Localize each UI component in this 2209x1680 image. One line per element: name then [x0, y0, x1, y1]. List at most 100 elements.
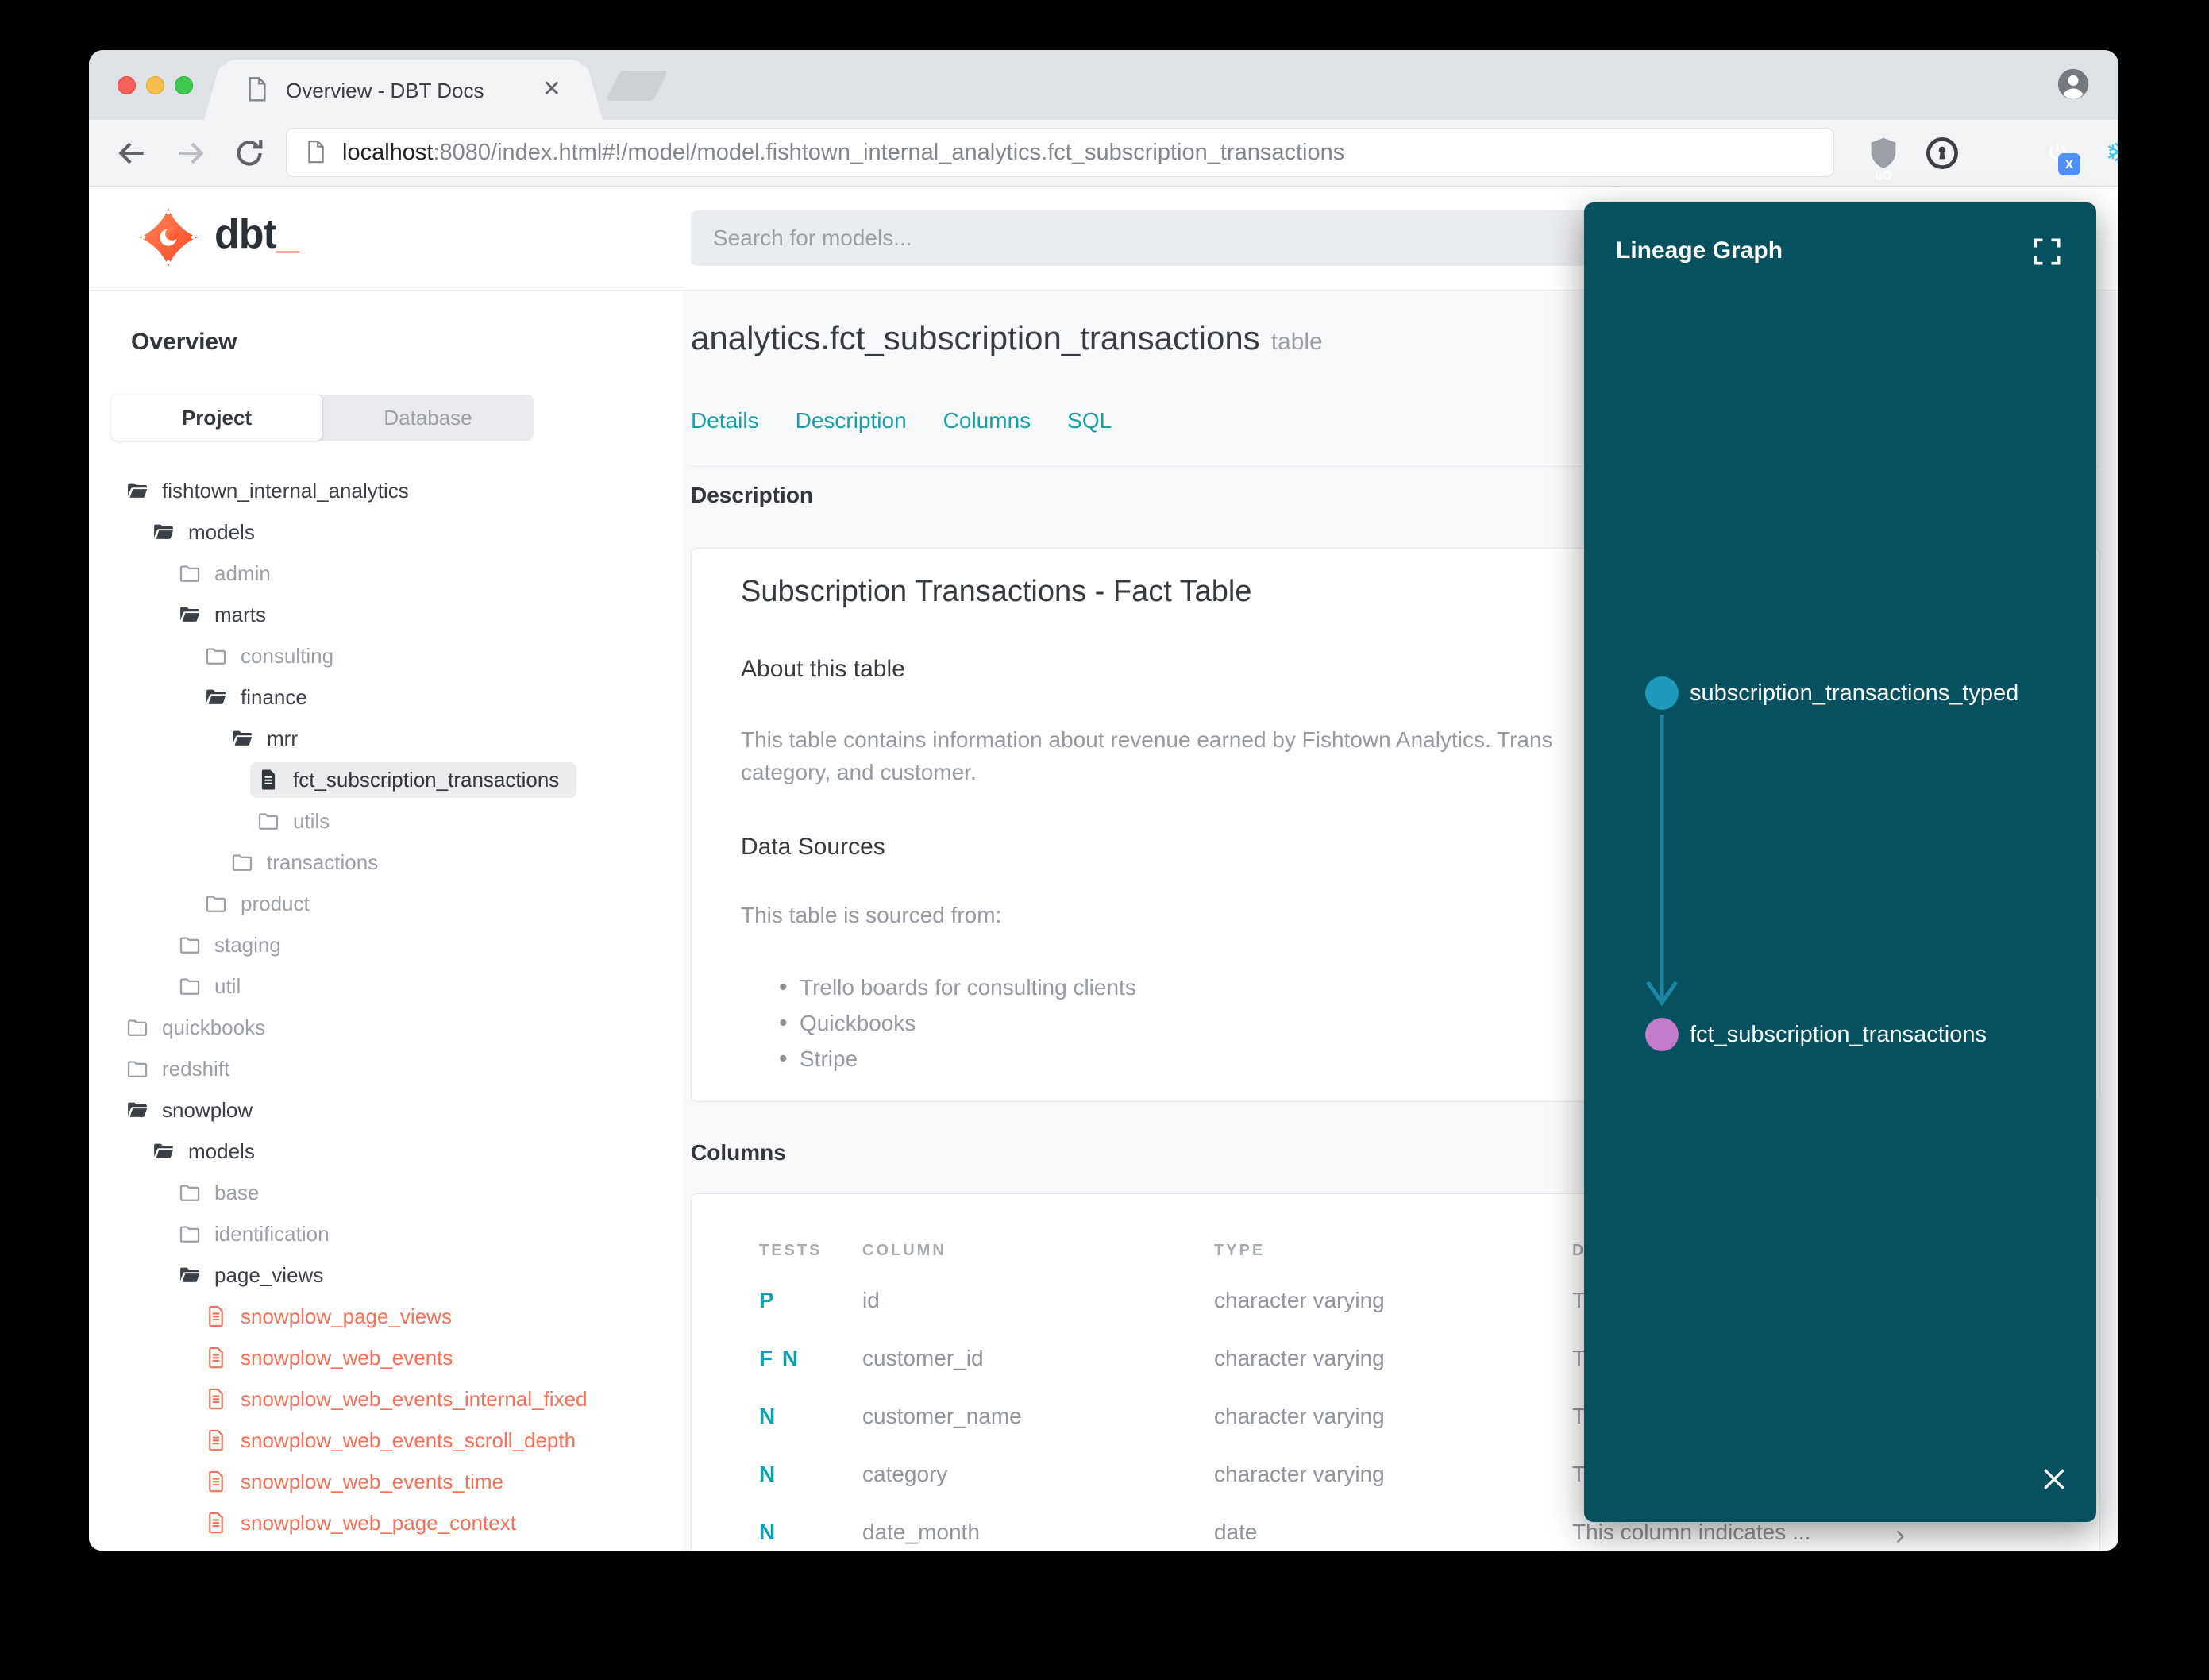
description-line: category, and customer.: [741, 760, 977, 784]
ublock-extension-icon[interactable]: uO: [1866, 136, 1901, 183]
tree-item-fct_subscription_transactions[interactable]: fct_subscription_transactions: [89, 759, 683, 800]
tab-details[interactable]: Details: [691, 408, 759, 433]
tree-item-staging[interactable]: staging: [89, 924, 683, 965]
disabled-extension-icon[interactable]: [1983, 136, 2018, 171]
zoom-window-button[interactable]: [175, 76, 193, 94]
close-window-button[interactable]: [118, 76, 136, 94]
tree-item-label: snowplow_web_events_internal_fixed: [241, 1386, 588, 1411]
minimize-window-button[interactable]: [146, 76, 164, 94]
power-extension-icon[interactable]: x: [2041, 136, 2080, 175]
tree-item-snowplow_web_events[interactable]: snowplow_web_events: [89, 1337, 683, 1378]
onepassword-extension-icon[interactable]: [1925, 136, 1960, 171]
type-cell: character varying: [1214, 1346, 1385, 1370]
folder-open-icon: [204, 685, 228, 709]
sidebar-tab-project[interactable]: Project: [111, 395, 322, 441]
tree-item-util[interactable]: util: [89, 965, 683, 1007]
folder-icon: [256, 809, 280, 833]
type-cell: date: [1214, 1520, 1258, 1544]
file-icon: [204, 1511, 228, 1535]
chevron-right-icon[interactable]: ›: [1895, 1518, 1905, 1551]
page-icon: [306, 140, 326, 165]
tree-item-marts[interactable]: marts: [89, 594, 683, 635]
tree-item-snowplow_web_events_internal_fixed[interactable]: snowplow_web_events_internal_fixed: [89, 1378, 683, 1420]
tree-item-consulting[interactable]: consulting: [89, 635, 683, 676]
snowflake-extension-icon[interactable]: ❄: [2101, 136, 2118, 171]
tree-item-utils[interactable]: utils: [89, 800, 683, 842]
tab-sql[interactable]: SQL: [1067, 408, 1112, 433]
tree-item-label: snowplow_web_events: [241, 1345, 453, 1370]
file-icon: [204, 1428, 228, 1452]
tree-item-admin[interactable]: admin: [89, 553, 683, 594]
tree-item-snowplow_web_page_context[interactable]: snowplow_web_page_context: [89, 1502, 683, 1543]
close-tab-icon[interactable]: ✕: [538, 75, 565, 102]
table-row[interactable]: Ndate_month date This column indicates ...…: [692, 1518, 2099, 1551]
browser-tab[interactable]: Overview - DBT Docs ✕: [224, 60, 583, 120]
folder-icon: [230, 850, 254, 874]
brand-text: dbt: [214, 211, 277, 257]
tree-item-snowplow_web_events_scroll_depth[interactable]: snowplow_web_events_scroll_depth: [89, 1420, 683, 1461]
node-circle-icon: [1645, 676, 1679, 710]
tab-title: Overview - DBT Docs: [286, 79, 484, 102]
sidebar: Overview Project Database fishtown_intern…: [89, 291, 683, 1551]
tree-item-page_views[interactable]: page_views: [89, 1254, 683, 1296]
tests-cell: P: [759, 1288, 776, 1312]
lineage-node-fct_subscription_transactions[interactable]: fct_subscription_transactions: [1645, 1018, 1987, 1051]
back-icon[interactable]: [114, 136, 149, 171]
doc-title: Subscription Transactions - Fact Table: [741, 575, 1252, 608]
tree-item-row: page_views: [172, 1258, 341, 1293]
folder-icon: [178, 1181, 202, 1204]
tree-item-snowplow[interactable]: snowplow: [89, 1089, 683, 1131]
tree-item-row: mrr: [224, 721, 315, 757]
node-circle-icon: [1645, 1018, 1679, 1051]
type-cell: character varying: [1214, 1462, 1385, 1486]
folder-open-icon: [125, 479, 149, 503]
tree-item-row: consulting: [198, 638, 351, 674]
tree-item-row: snowplow_web_events: [198, 1340, 470, 1376]
tree-item-redshift[interactable]: redshift: [89, 1048, 683, 1089]
folder-open-icon: [178, 1263, 202, 1287]
url-text: localhost:8080/index.html#!/model/model.…: [342, 140, 1344, 166]
folder-icon: [178, 561, 202, 585]
tree-item-row: marts: [172, 597, 283, 633]
tree-item-row: transactions: [224, 845, 395, 880]
tree-item-fishtown_internal_analytics[interactable]: fishtown_internal_analytics: [89, 470, 683, 511]
tree-item-mrr[interactable]: mrr: [89, 718, 683, 759]
tree-item-row: utils: [250, 803, 347, 839]
folder-icon: [178, 1222, 202, 1246]
folder-icon: [178, 933, 202, 957]
tab-columns[interactable]: Columns: [943, 408, 1031, 433]
forward-icon[interactable]: [173, 136, 208, 171]
close-icon[interactable]: [2038, 1463, 2070, 1495]
tree-item-identification[interactable]: identification: [89, 1213, 683, 1254]
tree-item-base[interactable]: base: [89, 1172, 683, 1213]
tree-item-models[interactable]: models: [89, 1131, 683, 1172]
tree-item-label: finance: [241, 684, 307, 709]
tree-item-snowplow_page_views[interactable]: snowplow_page_views: [89, 1296, 683, 1337]
tree-item-row: finance: [198, 680, 325, 715]
profile-avatar-icon[interactable]: [2055, 66, 2091, 102]
lineage-panel: Lineage Graph subscription_transactions_…: [1584, 202, 2096, 1522]
description-section-heading: Description: [691, 483, 814, 507]
tree-item-quickbooks[interactable]: quickbooks: [89, 1007, 683, 1048]
folder-icon: [204, 644, 228, 668]
tree-item-finance[interactable]: finance: [89, 676, 683, 718]
new-tab-button[interactable]: [605, 71, 669, 101]
tree-item-product[interactable]: product: [89, 883, 683, 924]
dbt-logo-icon[interactable]: [138, 207, 199, 268]
tree-item-label: redshift: [162, 1056, 230, 1081]
sidebar-tab-database[interactable]: Database: [322, 395, 534, 441]
tree-item-models[interactable]: models: [89, 511, 683, 553]
lineage-node-subscription_transactions_typed[interactable]: subscription_transactions_typed: [1645, 676, 2018, 710]
columns-section-heading: Columns: [691, 1140, 786, 1165]
folder-open-icon: [230, 726, 254, 750]
overview-link[interactable]: Overview: [131, 329, 237, 356]
tree-item-transactions[interactable]: transactions: [89, 842, 683, 883]
page-title: analytics.fct_subscription_transactions t…: [691, 319, 1323, 357]
column-name-cell: date_month: [862, 1520, 980, 1544]
column-name-cell: customer_id: [862, 1346, 984, 1370]
url-bar[interactable]: localhost:8080/index.html#!/model/model.…: [286, 128, 1834, 177]
tests-cell: N: [759, 1462, 777, 1486]
tree-item-snowplow_web_events_time[interactable]: snowplow_web_events_time: [89, 1461, 683, 1502]
reload-icon[interactable]: [232, 136, 267, 171]
tab-description[interactable]: Description: [796, 408, 907, 433]
